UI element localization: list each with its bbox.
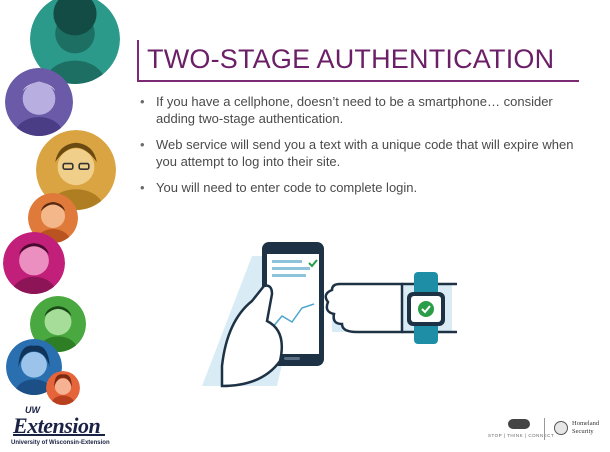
portrait-avatar-5 (3, 232, 65, 294)
slide-title: TWO-STAGE AUTHENTICATION (147, 44, 555, 74)
stop-think-connect-icon (508, 419, 530, 429)
dhs-wordmark: Homeland Security (572, 420, 599, 436)
title-frame: TWO-STAGE AUTHENTICATION (137, 40, 579, 82)
dhs-seal-icon (554, 421, 568, 435)
portrait-avatar-2 (5, 68, 73, 136)
partner-logos: STOP | THINK | CONNECT Homeland Security (450, 418, 600, 442)
bullet-list: If you have a cellphone, doesn’t need to… (140, 93, 590, 205)
bullet-item: If you have a cellphone, doesn’t need to… (140, 93, 590, 127)
bullet-item: You will need to enter code to complete … (140, 179, 590, 196)
portrait-avatar-8 (46, 371, 80, 405)
slide: TWO-STAGE AUTHENTICATION If you have a c… (0, 0, 610, 452)
two-factor-illustration (202, 242, 457, 388)
partner-divider (544, 418, 545, 440)
uw-extension-logo: UW Extension University of Wisconsin-Ext… (5, 405, 120, 450)
dhs-line-2: Security (572, 428, 594, 435)
bullet-item: Web service will send you a text with a … (140, 136, 590, 170)
logo-subtitle: University of Wisconsin-Extension (11, 440, 110, 446)
dhs-line-1: Homeland (572, 420, 600, 427)
logo-underline (13, 434, 105, 436)
